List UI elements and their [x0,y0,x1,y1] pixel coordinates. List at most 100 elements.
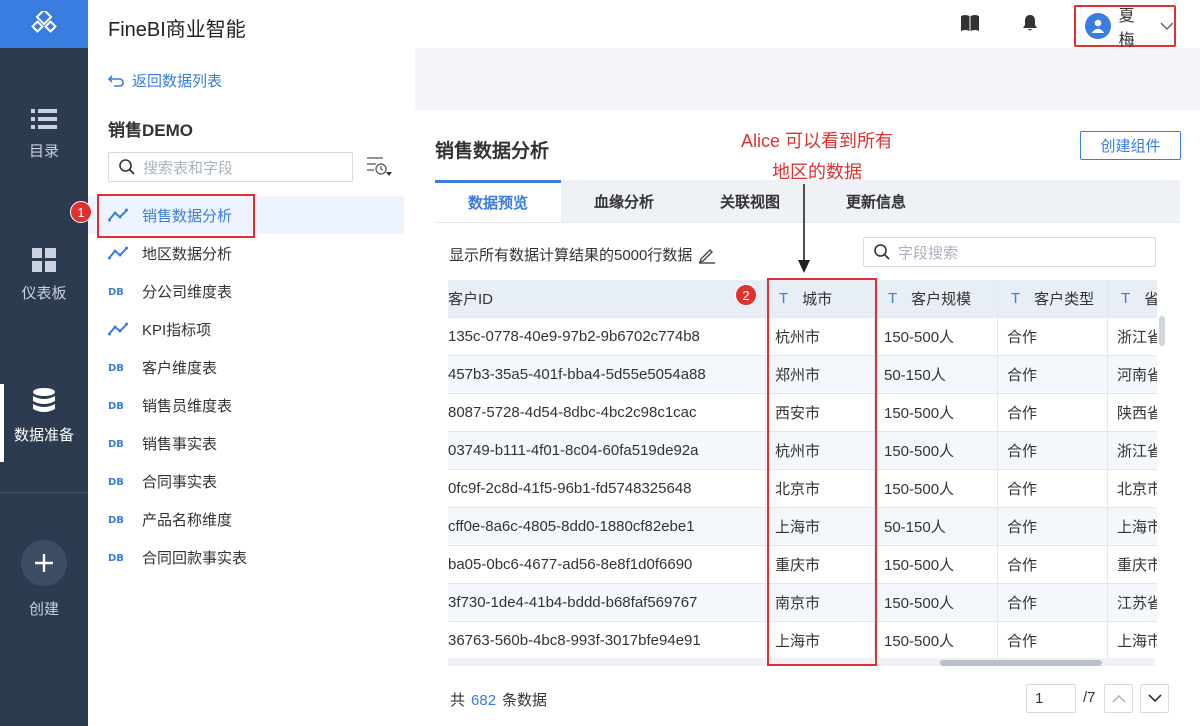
table-cell[interactable]: cff0e-8a6c-4805-8dd0-1880cf82ebe1 [448,508,766,545]
svg-text:DB: DB [108,401,124,411]
page-total: /7 [1083,689,1096,706]
table-cell[interactable]: 陕西省 [1108,394,1157,431]
table-cell[interactable]: 8087-5728-4d54-8dbc-4bc2c98c1cac [448,394,766,431]
table-cell[interactable]: 合作 [998,546,1108,583]
table-item-branch-dimension[interactable]: DB 分公司维度表 [88,272,404,310]
table-cell[interactable]: 上海市 [1108,508,1157,545]
svg-text:DB: DB [108,515,124,525]
undo-arrow-icon [108,74,124,87]
table-cell[interactable]: 北京市 [1108,470,1157,507]
table-cell[interactable]: 浙江省 [1108,432,1157,469]
table-item-kpi[interactable]: KPI指标项 [88,310,404,348]
user-menu[interactable]: 夏梅 [1074,5,1176,49]
db-table-icon: DB [108,285,130,297]
db-table-icon: DB [108,399,130,411]
table-cell[interactable]: 合作 [998,508,1108,545]
table-cell[interactable]: 150-500人 [875,546,998,583]
search-placeholder: 搜索表和字段 [143,159,234,177]
nav-item-data-prep[interactable]: 数据准备 [0,388,88,445]
table-cell[interactable]: 135c-0778-40e9-97b2-9b6702c774b8 [448,318,766,355]
plus-icon[interactable] [21,540,67,586]
vertical-scrollbar[interactable] [1159,316,1165,346]
column-header[interactable]: T省 [1108,280,1157,317]
column-header[interactable]: T 客户规模 [875,280,998,317]
annotation-callout: Alice 可以看到所有 地区的数据 [732,126,902,188]
nav-item-catalog[interactable]: 目录 [0,108,88,161]
db-table-icon: DB [108,513,130,525]
package-title: 销售DEMO [108,121,193,140]
table-cell[interactable]: 合作 [998,584,1108,621]
table-cell[interactable]: 合作 [998,432,1108,469]
table-cell[interactable]: 上海市 [1108,622,1157,658]
svg-text:DB: DB [108,439,124,449]
column-header[interactable]: T 客户类型 [998,280,1108,317]
table-label: 合同事实表 [142,473,218,491]
table-cell[interactable]: 合作 [998,394,1108,431]
table-search-input[interactable]: 搜索表和字段 [108,152,353,182]
table-cell[interactable]: ba05-0bc6-4677-ad56-8e8f1d0f6690 [448,546,766,583]
user-icon [1091,19,1105,33]
nav-item-create[interactable]: 创建 [0,540,88,619]
app-title: FineBI商业智能 [108,19,246,41]
table-cell[interactable]: 150-500人 [875,622,998,658]
table-cell[interactable]: 150-500人 [875,470,998,507]
table-cell[interactable]: 合作 [998,470,1108,507]
column-header[interactable]: 客户ID [448,280,766,317]
table-cell[interactable]: 浙江省 [1108,318,1157,355]
bell-icon[interactable] [1022,14,1038,32]
page-number-input[interactable]: 1 [1026,684,1076,713]
table-item-product-dimension[interactable]: DB 产品名称维度 [88,500,404,538]
table-cell[interactable]: 36763-560b-4bc8-993f-3017bfe94e91 [448,622,766,658]
back-to-data-list-link[interactable]: 返回数据列表 [108,70,222,91]
table-item-region-analysis[interactable]: 地区数据分析 [88,234,404,272]
horizontal-scrollbar[interactable] [940,660,1102,666]
chevron-up-icon [1111,694,1126,703]
next-page-button[interactable] [1140,684,1169,713]
table-item-payment-fact[interactable]: DB 合同回款事实表 [88,538,404,576]
table-cell[interactable]: 3f730-1de4-41b4-bddd-b68faf569767 [448,584,766,621]
table-cell[interactable]: 03749-b111-4f01-8c04-60fa519de92a [448,432,766,469]
table-label: KPI指标项 [142,321,212,339]
preview-info-text: 显示所有数据计算结果的5000行数据 [449,247,693,264]
table-cell[interactable]: 50-150人 [875,356,998,393]
table-cell[interactable]: 江苏省 [1108,584,1157,621]
field-search-placeholder: 字段搜索 [898,244,959,262]
create-component-button[interactable]: 创建组件 [1080,131,1181,160]
db-table-icon: DB [108,475,130,487]
table-cell[interactable]: 150-500人 [875,584,998,621]
filter-history-icon[interactable] [366,155,392,177]
table-cell[interactable]: 合作 [998,318,1108,355]
table-cell[interactable]: 0fc9f-2c8d-41f5-96b1-fd5748325648 [448,470,766,507]
text-type-icon: T [1011,290,1021,307]
book-icon[interactable] [960,14,980,32]
table-cell[interactable]: 150-500人 [875,432,998,469]
highlight-box-2 [767,278,877,666]
table-item-customer-dimension[interactable]: DB 客户维度表 [88,348,404,386]
table-cell[interactable]: 河南省 [1108,356,1157,393]
edit-icon[interactable] [698,246,716,264]
nav-divider [0,492,88,493]
table-cell[interactable]: 150-500人 [875,318,998,355]
table-cell[interactable]: 重庆市 [1108,546,1157,583]
nav-item-dashboard[interactable]: 仪表板 [0,248,88,303]
table-cell[interactable]: 合作 [998,622,1108,658]
text-type-icon: T [888,290,898,307]
prev-page-button[interactable] [1104,684,1133,713]
left-nav: 目录 仪表板 数据准备 创建 [0,0,88,726]
table-item-salesperson-dimension[interactable]: DB 销售员维度表 [88,386,404,424]
table-cell[interactable]: 合作 [998,356,1108,393]
svg-text:DB: DB [108,553,124,563]
back-label: 返回数据列表 [132,73,223,90]
logo[interactable] [0,0,88,48]
field-search-input[interactable]: 字段搜索 [863,237,1156,267]
table-cell[interactable]: 50-150人 [875,508,998,545]
table-cell[interactable]: 150-500人 [875,394,998,431]
row-count: 共 682 条数据 [450,689,547,710]
tab-data-preview[interactable]: 数据预览 [435,180,561,222]
tab-lineage[interactable]: 血缘分析 [561,180,687,222]
table-item-contract-fact[interactable]: DB 合同事实表 [88,462,404,500]
table-item-sales-fact[interactable]: DB 销售事实表 [88,424,404,462]
table-label: 合同回款事实表 [142,549,248,567]
table-cell[interactable]: 457b3-35a5-401f-bba4-5d55e5054a88 [448,356,766,393]
user-name: 夏梅 [1118,8,1135,49]
